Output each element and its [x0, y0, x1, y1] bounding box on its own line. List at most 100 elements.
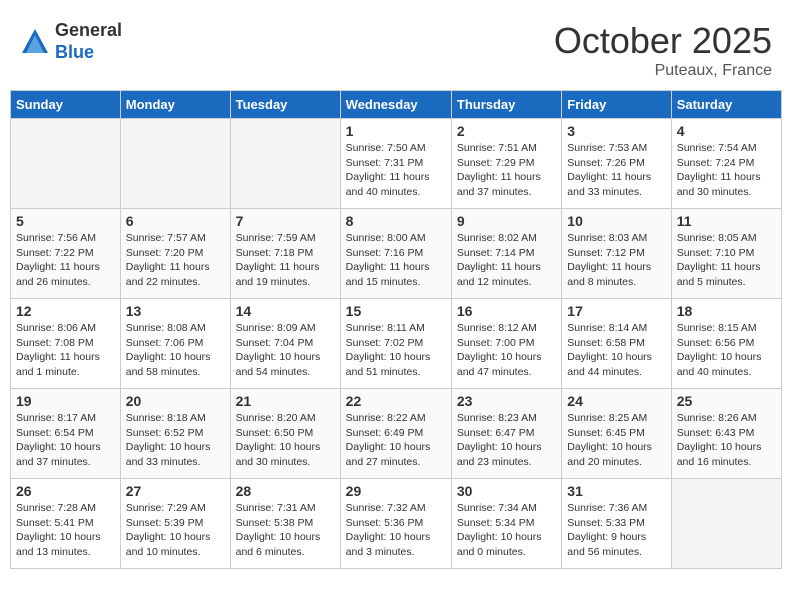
day-info: Sunrise: 8:25 AM Sunset: 6:45 PM Dayligh… [567, 411, 665, 470]
day-number: 4 [677, 123, 776, 139]
calendar-cell: 2 Sunrise: 7:51 AM Sunset: 7:29 PM Daylig… [451, 119, 561, 209]
calendar-cell: 17 Sunrise: 8:14 AM Sunset: 6:58 PM Dayli… [562, 299, 671, 389]
calendar-cell: 18 Sunrise: 8:15 AM Sunset: 6:56 PM Dayli… [671, 299, 781, 389]
day-info: Sunrise: 8:15 AM Sunset: 6:56 PM Dayligh… [677, 321, 776, 380]
calendar-cell: 21Sunrise: 8:20 AM Sunset: 6:50 PM Dayli… [230, 389, 340, 479]
day-number: 10 [567, 213, 665, 229]
weekday-header-friday: Friday [562, 91, 671, 119]
day-number: 27 [126, 483, 225, 499]
calendar-cell [671, 479, 781, 569]
calendar-cell: 23Sunrise: 8:23 AM Sunset: 6:47 PM Dayli… [451, 389, 561, 479]
title-section: October 2025 Puteaux, France [554, 20, 772, 80]
day-info: Sunrise: 8:23 AM Sunset: 6:47 PM Dayligh… [457, 411, 556, 470]
day-info: Sunrise: 7:32 AM Sunset: 5:36 PM Dayligh… [346, 501, 446, 560]
day-number: 9 [457, 213, 556, 229]
day-info: Sunrise: 8:18 AM Sunset: 6:52 PM Dayligh… [126, 411, 225, 470]
calendar-cell: 7Sunrise: 7:59 AM Sunset: 7:18 PM Daylig… [230, 209, 340, 299]
day-number: 6 [126, 213, 225, 229]
day-number: 26 [16, 483, 115, 499]
day-number: 5 [16, 213, 115, 229]
calendar-week-row: 26 Sunrise: 7:28 AM Sunset: 5:41 PM Dayli… [11, 479, 782, 569]
day-info: Sunrise: 7:36 AM Sunset: 5:33 PM Dayligh… [567, 501, 665, 560]
calendar-cell [120, 119, 230, 209]
day-info: Sunrise: 8:20 AM Sunset: 6:50 PM Dayligh… [236, 411, 335, 470]
calendar-cell: 10 Sunrise: 8:03 AM Sunset: 7:12 PM Dayli… [562, 209, 671, 299]
day-info: Sunrise: 8:14 AM Sunset: 6:58 PM Dayligh… [567, 321, 665, 380]
logo-general-text: General [55, 20, 122, 42]
day-info: Sunrise: 7:53 AM Sunset: 7:26 PM Dayligh… [567, 141, 665, 200]
calendar-cell: 20 Sunrise: 8:18 AM Sunset: 6:52 PM Dayli… [120, 389, 230, 479]
calendar-cell: 31 Sunrise: 7:36 AM Sunset: 5:33 PM Dayli… [562, 479, 671, 569]
calendar-cell: 26 Sunrise: 7:28 AM Sunset: 5:41 PM Dayli… [11, 479, 121, 569]
day-info: Sunrise: 8:11 AM Sunset: 7:02 PM Dayligh… [346, 321, 446, 380]
day-info: Sunrise: 8:09 AM Sunset: 7:04 PM Dayligh… [236, 321, 335, 380]
day-info: Sunrise: 7:51 AM Sunset: 7:29 PM Dayligh… [457, 141, 556, 200]
calendar-cell [230, 119, 340, 209]
day-number: 16 [457, 303, 556, 319]
day-info: Sunrise: 8:05 AM Sunset: 7:10 PM Dayligh… [677, 231, 776, 290]
day-info: Sunrise: 8:03 AM Sunset: 7:12 PM Dayligh… [567, 231, 665, 290]
weekday-header-sunday: Sunday [11, 91, 121, 119]
day-number: 17 [567, 303, 665, 319]
day-number: 31 [567, 483, 665, 499]
day-info: Sunrise: 8:06 AM Sunset: 7:08 PM Dayligh… [16, 321, 115, 380]
day-number: 2 [457, 123, 556, 139]
day-number: 12 [16, 303, 115, 319]
weekday-header-wednesday: Wednesday [340, 91, 451, 119]
calendar-cell: 19 Sunrise: 8:17 AM Sunset: 6:54 PM Dayli… [11, 389, 121, 479]
calendar-cell: 29 Sunrise: 7:32 AM Sunset: 5:36 PM Dayli… [340, 479, 451, 569]
calendar-cell: 16 Sunrise: 8:12 AM Sunset: 7:00 PM Dayli… [451, 299, 561, 389]
day-info: Sunrise: 8:02 AM Sunset: 7:14 PM Dayligh… [457, 231, 556, 290]
logo-icon [20, 27, 50, 57]
day-number: 7 [236, 213, 335, 229]
day-info: Sunrise: 7:56 AM Sunset: 7:22 PM Dayligh… [16, 231, 115, 290]
day-number: 29 [346, 483, 446, 499]
weekday-header-row: SundayMondayTuesdayWednesdayThursdayFrid… [11, 91, 782, 119]
calendar-cell: 3 Sunrise: 7:53 AM Sunset: 7:26 PM Daylig… [562, 119, 671, 209]
day-number: 11 [677, 213, 776, 229]
calendar-week-row: 12 Sunrise: 8:06 AM Sunset: 7:08 PM Dayli… [11, 299, 782, 389]
calendar-cell: 12 Sunrise: 8:06 AM Sunset: 7:08 PM Dayli… [11, 299, 121, 389]
calendar-cell: 27Sunrise: 7:29 AM Sunset: 5:39 PM Dayli… [120, 479, 230, 569]
day-number: 24 [567, 393, 665, 409]
day-info: Sunrise: 8:26 AM Sunset: 6:43 PM Dayligh… [677, 411, 776, 470]
day-info: Sunrise: 8:17 AM Sunset: 6:54 PM Dayligh… [16, 411, 115, 470]
location: Puteaux, France [554, 62, 772, 80]
day-info: Sunrise: 7:31 AM Sunset: 5:38 PM Dayligh… [236, 501, 335, 560]
day-info: Sunrise: 8:12 AM Sunset: 7:00 PM Dayligh… [457, 321, 556, 380]
calendar-week-row: 1Sunrise: 7:50 AM Sunset: 7:31 PM Daylig… [11, 119, 782, 209]
day-number: 19 [16, 393, 115, 409]
calendar-cell: 8Sunrise: 8:00 AM Sunset: 7:16 PM Daylig… [340, 209, 451, 299]
day-number: 13 [126, 303, 225, 319]
weekday-header-thursday: Thursday [451, 91, 561, 119]
day-number: 20 [126, 393, 225, 409]
calendar-cell [11, 119, 121, 209]
day-info: Sunrise: 7:28 AM Sunset: 5:41 PM Dayligh… [16, 501, 115, 560]
month-title: October 2025 [554, 20, 772, 62]
page-header: General Blue October 2025 Puteaux, Franc… [10, 10, 782, 85]
calendar-cell: 15 Sunrise: 8:11 AM Sunset: 7:02 PM Dayli… [340, 299, 451, 389]
weekday-header-monday: Monday [120, 91, 230, 119]
calendar-cell: 5 Sunrise: 7:56 AM Sunset: 7:22 PM Daylig… [11, 209, 121, 299]
day-info: Sunrise: 8:22 AM Sunset: 6:49 PM Dayligh… [346, 411, 446, 470]
day-info: Sunrise: 8:00 AM Sunset: 7:16 PM Dayligh… [346, 231, 446, 290]
day-number: 25 [677, 393, 776, 409]
day-number: 15 [346, 303, 446, 319]
day-info: Sunrise: 7:50 AM Sunset: 7:31 PM Dayligh… [346, 141, 446, 200]
day-number: 3 [567, 123, 665, 139]
day-number: 28 [236, 483, 335, 499]
calendar-cell: 4 Sunrise: 7:54 AM Sunset: 7:24 PM Daylig… [671, 119, 781, 209]
logo-blue-text: Blue [55, 42, 122, 64]
day-info: Sunrise: 8:08 AM Sunset: 7:06 PM Dayligh… [126, 321, 225, 380]
day-number: 18 [677, 303, 776, 319]
calendar-week-row: 5 Sunrise: 7:56 AM Sunset: 7:22 PM Daylig… [11, 209, 782, 299]
day-info: Sunrise: 7:57 AM Sunset: 7:20 PM Dayligh… [126, 231, 225, 290]
day-info: Sunrise: 7:54 AM Sunset: 7:24 PM Dayligh… [677, 141, 776, 200]
calendar-cell: 1Sunrise: 7:50 AM Sunset: 7:31 PM Daylig… [340, 119, 451, 209]
calendar-cell: 11 Sunrise: 8:05 AM Sunset: 7:10 PM Dayli… [671, 209, 781, 299]
calendar-cell: 30Sunrise: 7:34 AM Sunset: 5:34 PM Dayli… [451, 479, 561, 569]
calendar-cell: 25 Sunrise: 8:26 AM Sunset: 6:43 PM Dayli… [671, 389, 781, 479]
calendar-table: SundayMondayTuesdayWednesdayThursdayFrid… [10, 90, 782, 569]
calendar-cell: 14Sunrise: 8:09 AM Sunset: 7:04 PM Dayli… [230, 299, 340, 389]
day-number: 22 [346, 393, 446, 409]
